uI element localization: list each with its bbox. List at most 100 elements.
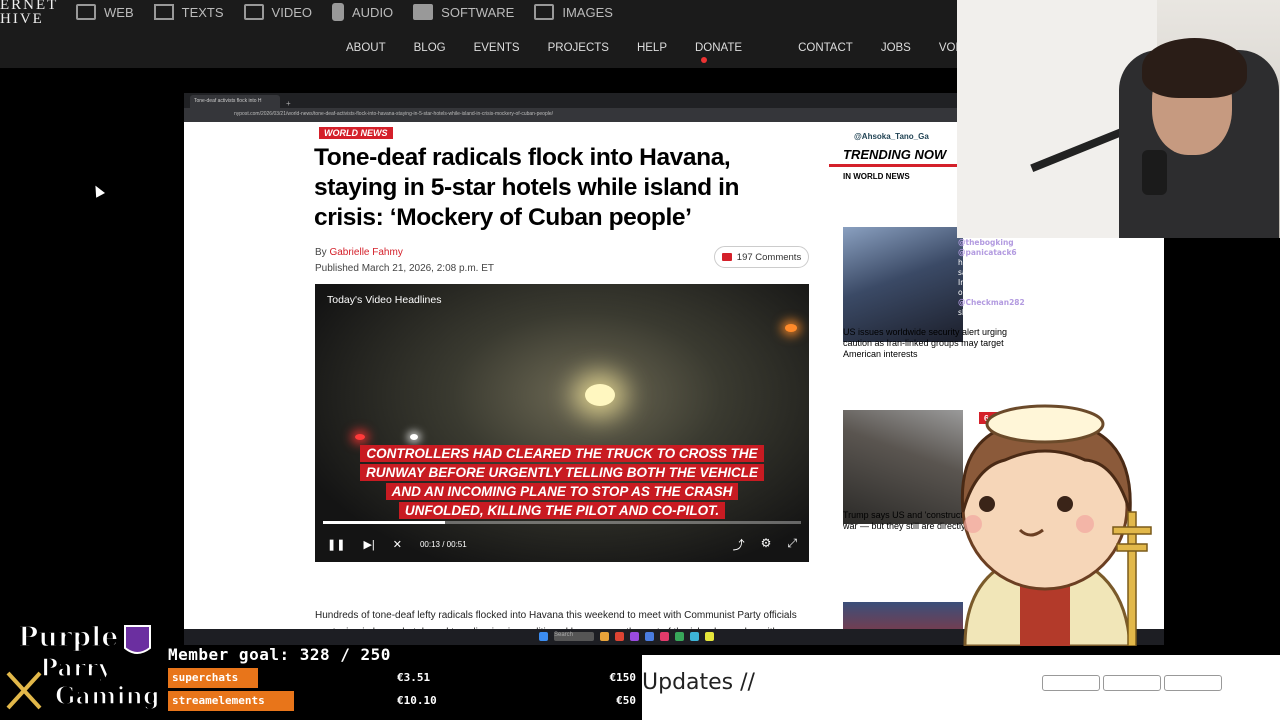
share-icon[interactable]: ⤴ [733,536,745,553]
byline-prefix: By [315,247,330,258]
film-icon [243,4,264,20]
streamelements-label: streamelements [172,694,265,707]
nav-texts[interactable]: TEXTS [153,0,224,24]
nav-label: TEXTS [181,4,224,20]
app-icon[interactable] [690,632,699,641]
video-time: 00:13 / 00:51 [419,539,467,549]
nav-audio[interactable]: AUDIO [332,0,393,24]
nav-web[interactable]: WEB [76,0,134,24]
sub-nav-contact[interactable]: CONTACT [798,42,853,66]
chat-overlay: @thebogking @panicatack6 how dum can't t… [958,238,1164,328]
publish-date: Published March 21, 2026, 2:08 p.m. ET [315,263,494,274]
byline: By Gabrielle Fahmy [315,247,403,258]
chat-msg: oh jesus [958,288,989,297]
video-controls: ❚❚ ▶| ✕ 00:13 / 00:51 ⤴ ⚙ ⤢ [327,536,797,552]
logo-line-2: HIVE [0,11,44,27]
chat-user: @panicatack6 [958,248,1017,257]
video-title: Today's Video Headlines [327,294,442,306]
chat-msg: says or k [958,268,992,277]
member-goal: Member goal: 328 / 250 [168,645,391,664]
panel-button[interactable] [1103,675,1161,691]
comments-count: 197 Comments [736,251,802,263]
start-icon[interactable] [539,632,548,641]
video-light [355,434,365,440]
video-light [410,434,418,440]
video-light [785,324,797,332]
trending-section: IN WORLD NEWS [843,172,910,181]
sub-nav: ABOUT BLOG EVENTS PROJECTS HELP DONATE C… [346,42,990,66]
brand-line-3: Gaming [55,681,160,710]
nav-label: SOFTWARE [441,4,515,20]
trending-story-link[interactable]: US issues worldwide security alert urgin… [843,327,1018,360]
panel-button[interactable] [1164,675,1222,691]
chat-msg: Im really [958,278,991,287]
app-icon[interactable] [705,632,714,641]
pause-icon[interactable]: ❚❚ [327,538,345,551]
app-icon[interactable] [630,632,639,641]
next-icon[interactable]: ▶| [363,538,374,551]
nav-video[interactable]: VIDEO [243,0,312,24]
trending-heading: TRENDING NOW [843,147,947,162]
chat-line: @thebogking [958,238,1164,248]
video-progress-fill [323,521,445,524]
video-progress-bar[interactable] [323,521,801,524]
updates-label: Updates // [642,670,755,695]
heart-icon [701,56,707,63]
mute-icon[interactable]: ✕ [393,538,402,551]
streamelements-amount: €10.10 [397,694,437,707]
streamelements-target: €50 [616,694,636,707]
sub-nav-help[interactable]: HELP [637,42,667,66]
fullscreen-icon[interactable]: ⤢ [787,536,797,553]
image-icon [534,4,555,20]
donate-label: DONATE [695,42,743,54]
mouse-cursor-icon [91,183,105,198]
nav-label: VIDEO [271,4,312,20]
chat-msg: she's stil [958,308,991,317]
archive-logo[interactable]: ERNET HIVE [0,0,58,27]
section-kicker[interactable]: WORLD NEWS [319,127,393,139]
microphone-icon [1142,150,1167,195]
author-link[interactable]: Gabrielle Fahmy [329,247,402,258]
sub-nav-blog[interactable]: BLOG [414,42,446,66]
panel-button[interactable] [1042,675,1100,691]
app-icon[interactable] [660,632,669,641]
app-icon[interactable] [675,632,684,641]
sub-nav-projects[interactable]: PROJECTS [548,42,609,66]
sub-nav-jobs[interactable]: JOBS [881,42,911,66]
video-caption-text: CONTROLLERS HAD CLEARED THE TRUCK TO CRO… [359,445,764,519]
book-icon [153,4,174,20]
nav-label: WEB [104,4,134,20]
chat-line: says or k [958,268,1164,278]
webcam-feed [957,0,1280,238]
brand-line-2: Parry [40,653,113,682]
browser-tab[interactable]: Tone-deaf activists flock into H [190,95,280,108]
app-icon[interactable] [645,632,654,641]
article-headline: Tone-deaf radicals flock into Havana, st… [314,144,740,231]
video-caption: CONTROLLERS HAD CLEARED THE TRUCK TO CRO… [355,444,769,520]
browser-icon[interactable] [615,632,624,641]
settings-icon[interactable]: ⚙ [761,536,772,553]
superchats-target: €150 [609,671,637,684]
media-nav: WEB TEXTS VIDEO AUDIO SOFTWARE IMAGES [76,0,633,24]
story-thumbnail[interactable] [843,227,963,342]
chat-msg: how dum can't tell [958,258,1028,267]
superchats-amount: €3.51 [397,671,431,684]
folder-icon[interactable] [600,632,609,641]
nav-software[interactable]: SOFTWARE [413,0,514,24]
sub-nav-donate[interactable]: DONATE [695,42,770,66]
nav-label: AUDIO [352,4,394,20]
sub-nav-about[interactable]: ABOUT [346,42,386,66]
vtuber-avatar [960,404,1152,646]
video-light [585,384,615,406]
chat-line: how dum can't tell [958,258,1164,268]
nav-images[interactable]: IMAGES [534,0,613,24]
trending-rule [829,164,959,167]
comments-button[interactable]: 197 Comments [714,246,809,268]
speaker-icon [332,3,344,21]
taskbar-search-label: Search [554,632,574,638]
video-player[interactable]: Today's Video Headlines CONTROLLERS HAD … [315,284,809,562]
chat-handle: @Ahsoka_Tano_Ga [854,132,929,141]
new-tab-icon[interactable]: + [286,99,291,108]
sub-nav-events[interactable]: EVENTS [474,42,520,66]
archive-header: ERNET HIVE WEB TEXTS VIDEO AUDIO SOFTWAR… [0,0,962,68]
